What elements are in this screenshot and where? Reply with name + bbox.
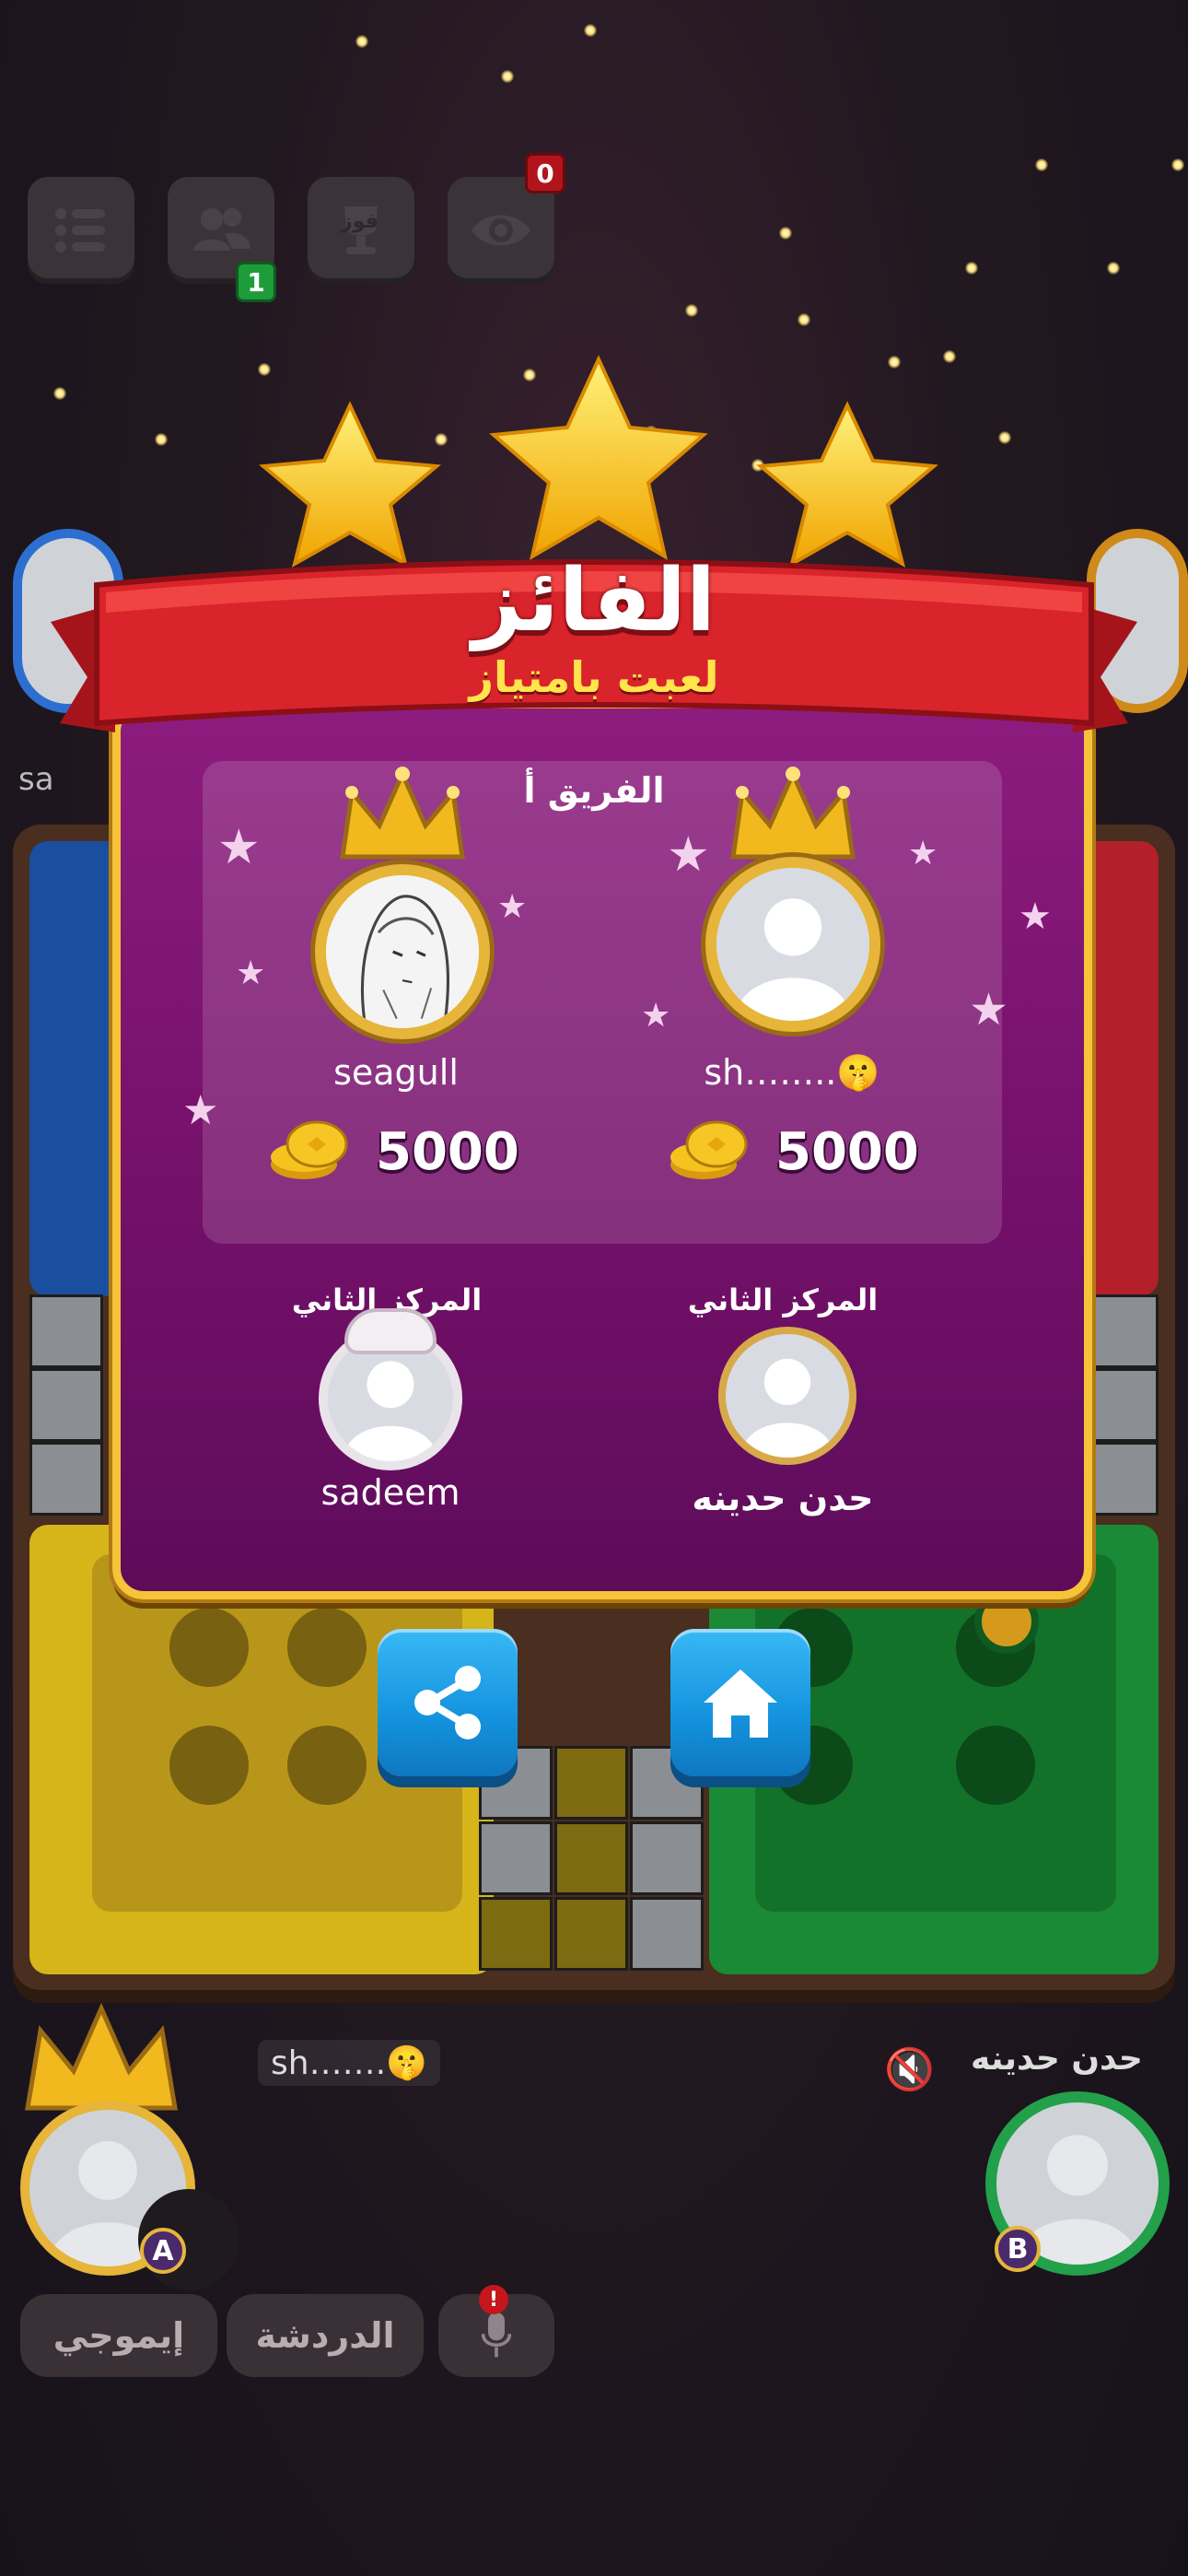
- deco-star-icon: ★: [497, 888, 528, 926]
- home-button[interactable]: [670, 1629, 810, 1776]
- rating-stars: [259, 355, 938, 568]
- default-avatar-icon: [344, 1361, 437, 1461]
- deco-star-icon: ★: [667, 827, 710, 883]
- deco-star-icon: ★: [217, 820, 261, 875]
- crown-icon: [730, 767, 856, 860]
- crown-icon: [25, 2002, 178, 2111]
- runner-up-name-2: حدن حدينه: [692, 1478, 874, 1518]
- share-button[interactable]: [378, 1629, 518, 1776]
- mic-alert-badge: !: [479, 2285, 508, 2314]
- player-a-name: sh…….🤫: [271, 2044, 427, 2082]
- eye-icon: [472, 215, 530, 246]
- player-a-badge: A: [140, 2228, 186, 2274]
- runner-up-place-2: المركز الثاني: [687, 1282, 879, 1317]
- winner-title: الفائز: [472, 551, 716, 651]
- chat-button[interactable]: الدردشة: [227, 2294, 424, 2377]
- winner-avatar-seagull: [315, 864, 490, 1039]
- team-label: الفريق أ: [523, 770, 665, 811]
- player-b-name: حدن حدينه: [971, 2040, 1143, 2078]
- deco-star-icon: ★: [641, 997, 671, 1035]
- microphone-button[interactable]: !: [438, 2285, 554, 2377]
- speaker-muted-icon[interactable]: 🔇: [884, 2045, 935, 2093]
- trophy-label: فوز: [341, 210, 379, 233]
- player-b-badge: B: [995, 2226, 1041, 2272]
- runner-up-avatar-hdn: [718, 1327, 856, 1465]
- winner-avatar-sh: [705, 857, 880, 1032]
- winner-subtitle: لعبت بامتياز: [469, 652, 719, 702]
- list-icon: [55, 208, 105, 252]
- crown-icon: [340, 767, 465, 860]
- default-avatar-icon: [740, 1358, 834, 1458]
- friends-button[interactable]: 1: [168, 177, 276, 302]
- winner-name-2: sh……..🤫: [704, 1052, 880, 1093]
- emoji-button[interactable]: إيموجي: [20, 2294, 217, 2377]
- trophy-button[interactable]: فوز: [308, 177, 414, 284]
- microphone-icon: [481, 2312, 512, 2358]
- winner-name-1: seagull: [333, 1052, 459, 1093]
- deco-star-icon: ★: [182, 1087, 219, 1134]
- friends-count-badge: 1: [236, 262, 276, 302]
- deco-star-icon: ★: [236, 954, 266, 992]
- winner-coins-2: 5000: [775, 1122, 919, 1182]
- coin-stack-icon: [670, 1120, 748, 1179]
- runner-up-name-1: sadeem: [320, 1472, 460, 1513]
- spectators-button[interactable]: 0: [448, 153, 565, 284]
- anime-portrait-icon: [326, 875, 479, 1028]
- coin-stack-icon: [271, 1120, 348, 1179]
- people-icon: [193, 208, 250, 251]
- player-a-nametag: sh…….🤫: [258, 2040, 440, 2086]
- home-icon: [704, 1669, 777, 1738]
- deco-star-icon: ★: [969, 984, 1009, 1036]
- default-avatar-icon: [716, 868, 869, 1021]
- deco-star-icon: ★: [1019, 896, 1052, 938]
- menu-button[interactable]: [28, 177, 134, 284]
- spectators-count-badge: 0: [525, 153, 565, 193]
- deco-star-icon: ★: [908, 835, 938, 872]
- share-icon: [414, 1666, 481, 1739]
- winner-coins-1: 5000: [376, 1122, 519, 1182]
- sheep-hat-icon: [344, 1308, 437, 1354]
